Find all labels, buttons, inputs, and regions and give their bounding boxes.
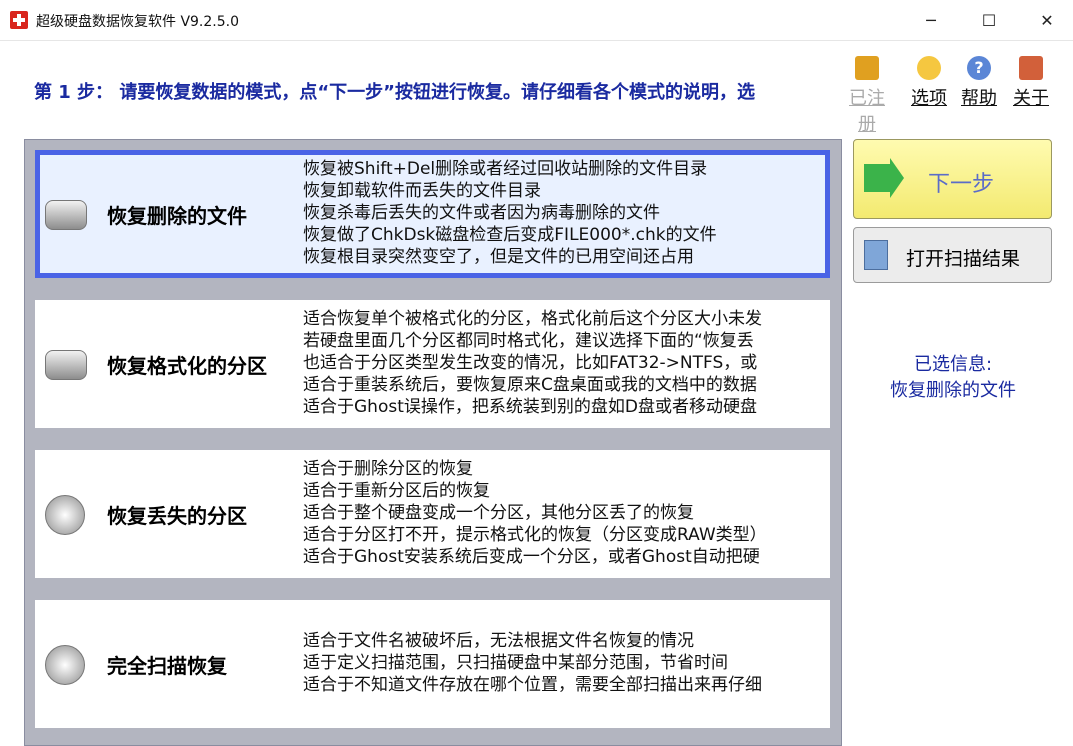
selection-info-label: 已选信息: xyxy=(913,354,993,375)
mode-recover-formatted[interactable]: 恢复格式化的分区 适合恢复单个被格式化的分区，格式化前后这个分区大小未发 若硬盘… xyxy=(35,300,830,428)
minimize-button[interactable]: ─ xyxy=(902,0,960,40)
disk-platter-icon xyxy=(45,645,85,685)
mode-title: 恢复格式化的分区 xyxy=(107,354,267,378)
window-title: 超级硬盘数据恢复软件 V9.2.5.0 xyxy=(36,14,240,30)
about-label: 关于 xyxy=(1013,88,1049,109)
description-line: 恢复杀毒后丢失的文件或者因为病毒删除的文件 xyxy=(303,203,660,223)
description-line: 适合于文件名被破坏后，无法根据文件名恢复的情况 xyxy=(303,631,694,651)
mode-title: 完全扫描恢复 xyxy=(107,654,227,678)
title-bar: 超级硬盘数据恢复软件 V9.2.5.0 ─ ☐ ✕ xyxy=(0,0,1073,41)
next-button-label: 下一步 xyxy=(928,172,995,197)
description-line: 恢复被Shift+Del删除或者经过回收站删除的文件目录 xyxy=(303,159,708,179)
mode-recover-deleted[interactable]: 恢复删除的文件 恢复被Shift+Del删除或者经过回收站删除的文件目录 恢复卸… xyxy=(35,150,830,278)
mode-description: 恢复被Shift+Del删除或者经过回收站删除的文件目录 恢复卸载软件而丢失的文… xyxy=(303,158,830,273)
description-line: 适于定义扫描范围，只扫描硬盘中某部分范围，节省时间 xyxy=(303,653,728,673)
description-line: 适合于不知道文件存放在哪个位置，需要全部扫描出来再仔细 xyxy=(303,675,762,695)
description-line: 恢复卸载软件而丢失的文件目录 xyxy=(303,181,541,201)
home-icon xyxy=(1019,56,1043,80)
maximize-button[interactable]: ☐ xyxy=(960,0,1018,40)
selection-info-value: 恢复删除的文件 xyxy=(890,380,1016,401)
options-label: 选项 xyxy=(911,88,947,109)
help-tool[interactable]: ? 帮助 xyxy=(954,56,1004,110)
help-icon: ? xyxy=(967,56,991,80)
mode-description: 适合于删除分区的恢复 适合于重新分区后的恢复 适合于整个硬盘变成一个分区，其他分… xyxy=(303,458,830,573)
gear-icon xyxy=(917,56,941,80)
help-label: 帮助 xyxy=(961,88,997,109)
description-line: 适合于重新分区后的恢复 xyxy=(303,481,490,501)
description-line: 适合于删除分区的恢复 xyxy=(303,459,473,479)
description-line: 恢复根目录突然变空了，但是文件的已用空间还占用 xyxy=(303,247,694,267)
description-line: 适合于重装系统后，要恢复原来C盘桌面或我的文档中的数据 xyxy=(303,375,757,395)
description-line: 适合于Ghost安装系统后变成一个分区，或者Ghost自动把硬 xyxy=(303,547,760,567)
description-line: 恢复做了ChkDsk磁盘检查后变成FILE000*.chk的文件 xyxy=(303,225,717,245)
description-line: 适合恢复单个被格式化的分区，格式化前后这个分区大小未发 xyxy=(303,309,762,329)
close-button[interactable]: ✕ xyxy=(1018,0,1073,40)
mode-title: 恢复丢失的分区 xyxy=(107,504,247,528)
description-line: 适合于Ghost误操作，把系统装到别的盘如D盘或者移动硬盘 xyxy=(303,397,757,417)
app-icon xyxy=(10,11,28,29)
mode-full-scan[interactable]: 完全扫描恢复 适合于文件名被破坏后，无法根据文件名恢复的情况 适于定义扫描范围，… xyxy=(35,600,830,728)
mode-description: 适合恢复单个被格式化的分区，格式化前后这个分区大小未发 若硬盘里面几个分区都同时… xyxy=(303,308,830,423)
mode-list: 恢复删除的文件 恢复被Shift+Del删除或者经过回收站删除的文件目录 恢复卸… xyxy=(24,139,842,746)
open-scan-results-label: 打开扫描结果 xyxy=(906,248,1021,270)
description-line: 若硬盘里面几个分区都同时格式化，建议选择下面的“恢复丢 xyxy=(303,331,754,351)
cart-icon xyxy=(855,56,879,80)
register-tool[interactable]: 已注册 xyxy=(842,56,892,136)
next-button[interactable]: 下一步 xyxy=(853,139,1052,219)
mode-description: 适合于文件名被破坏后，无法根据文件名恢复的情况 适于定义扫描范围，只扫描硬盘中某… xyxy=(303,630,830,745)
toolbar: 已注册 选项 ? 帮助 关于 xyxy=(838,56,1068,135)
step-instruction: 第 1 步： 请要恢复数据的模式，点“下一步”按钮进行恢复。请仔细看各个模式的说… xyxy=(34,82,755,103)
open-scan-results-button[interactable]: 打开扫描结果 xyxy=(853,227,1052,283)
options-tool[interactable]: 选项 xyxy=(904,56,954,110)
mode-title: 恢复删除的文件 xyxy=(107,204,247,228)
hard-drive-icon xyxy=(45,200,87,230)
description-line: 适合于分区打不开，提示格式化的恢复（分区变成RAW类型） xyxy=(303,525,767,545)
description-line: 也适合于分区类型发生改变的情况，比如FAT32->NTFS，或 xyxy=(303,353,758,373)
mode-recover-lost-partition[interactable]: 恢复丢失的分区 适合于删除分区的恢复 适合于重新分区后的恢复 适合于整个硬盘变成… xyxy=(35,450,830,578)
about-tool[interactable]: 关于 xyxy=(1006,56,1056,110)
description-line: 适合于整个硬盘变成一个分区，其他分区丢了的恢复 xyxy=(303,503,694,523)
document-icon xyxy=(864,240,888,270)
hard-drive-icon xyxy=(45,350,87,380)
disk-platter-icon xyxy=(45,495,85,535)
arrow-right-icon xyxy=(864,158,904,198)
register-label: 已注册 xyxy=(849,88,885,135)
